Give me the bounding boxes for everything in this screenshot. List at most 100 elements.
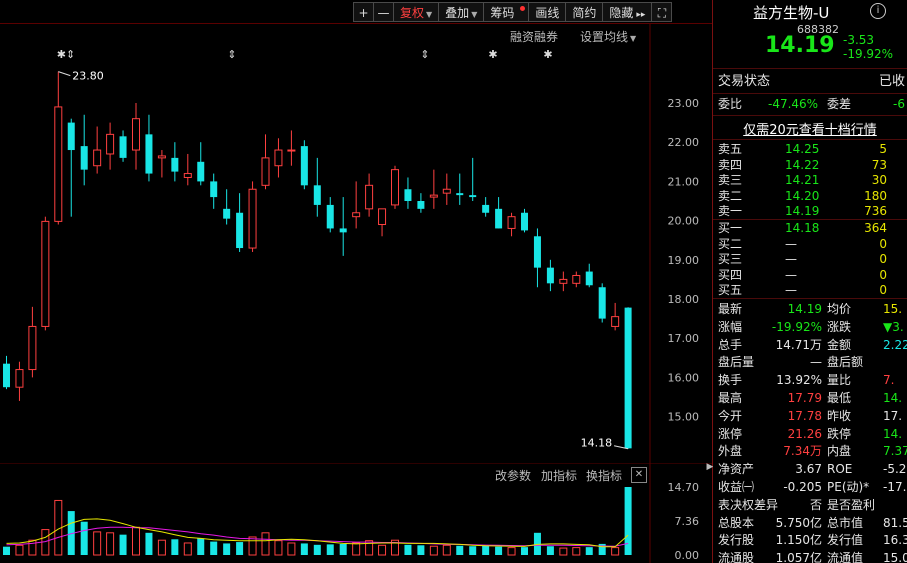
book-level-label: 卖一: [718, 204, 743, 218]
event-marker-icon: ✱: [543, 48, 552, 61]
volume-bar: [378, 544, 387, 556]
stats-row: 外盘 7.34万 内盘 7.37: [713, 442, 907, 460]
stat-value: 3.67: [795, 462, 822, 477]
volume-bar: [80, 521, 88, 555]
zoom-out-button[interactable]: —: [373, 2, 394, 22]
volume-bar: [106, 532, 115, 556]
candle-body: [546, 267, 554, 284]
modify-params-link[interactable]: 改参数: [495, 467, 531, 484]
level2-promo-link[interactable]: 仅需20元查看十档行情: [713, 119, 907, 138]
separator: [713, 298, 907, 299]
volume-bar: [223, 543, 231, 555]
last-price: 14.19: [765, 33, 835, 58]
fuquan-button[interactable]: 复权 ▼: [393, 2, 440, 22]
draw-line-button[interactable]: 画线: [528, 2, 567, 22]
switch-indicator-link[interactable]: 换指标: [586, 467, 622, 484]
candle-body: [67, 122, 75, 151]
stat-label: 内盘: [827, 444, 852, 459]
volume-bar: [572, 547, 581, 556]
stat-label: 换手: [718, 373, 743, 388]
volume-bar: [326, 544, 334, 555]
candle-body: [339, 228, 347, 233]
y-tick-label: 22.00: [668, 136, 700, 149]
stat-value: 1.057亿: [775, 551, 822, 563]
stat-value: ▼3.: [883, 319, 904, 334]
overlay-button[interactable]: 叠加 ▼: [438, 2, 485, 22]
stat-value: 1.150亿: [775, 533, 822, 548]
volume-bar: [248, 536, 257, 556]
candle-body: [93, 149, 102, 167]
zoom-in-button[interactable]: +: [353, 2, 374, 22]
volume-bar: [495, 546, 503, 555]
candle-body: [145, 134, 153, 174]
stat-label: 发行股: [718, 533, 755, 548]
ask-row: 卖一 14.19 736: [713, 202, 907, 220]
stats-row: 涨幅 -19.92% 涨跌 ▼3.: [713, 318, 907, 336]
stat-value: 14.71万: [775, 337, 822, 352]
close-indicator-button[interactable]: ✕: [631, 467, 647, 483]
candle-body: [391, 169, 399, 206]
stat-value: 16.32: [883, 533, 907, 548]
candle-body: [352, 212, 361, 218]
stat-label: 昨收: [827, 408, 852, 423]
weibi-row: 委比 -47.46% 委差 -6: [713, 95, 907, 113]
volume-tick-label: 7.36: [675, 515, 700, 528]
stat-label: 流通股: [718, 551, 755, 563]
weicha-value: -6: [893, 97, 905, 111]
candle-body: [313, 185, 321, 205]
stat-label: 净资产: [718, 462, 755, 477]
ma-settings-link[interactable]: 设置均线 ▼: [580, 28, 636, 45]
stats-row: 总股本 5.750亿总市值 81.59: [713, 514, 907, 532]
separator: [713, 93, 907, 94]
y-tick-label: 15.00: [668, 411, 700, 424]
candle-body: [171, 157, 179, 172]
volume-bar: [28, 539, 37, 556]
stat-label: 涨幅: [718, 319, 743, 334]
trade-status-label: 交易状态: [718, 74, 771, 89]
volume-bar: [559, 547, 568, 556]
stat-value: 14.: [883, 426, 903, 441]
stat-value: —: [810, 355, 822, 370]
simple-mode-button[interactable]: 简约: [565, 2, 604, 22]
y-tick-label: 23.00: [668, 97, 700, 110]
y-tick-label: 18.00: [668, 293, 700, 306]
info-icon[interactable]: i: [870, 3, 886, 19]
candle-body: [15, 369, 24, 388]
weibi-value: -47.46%: [768, 97, 819, 111]
volume-bar: [300, 543, 308, 555]
candle-body: [404, 189, 412, 201]
stat-label: 总手: [718, 337, 743, 352]
stat-label: 盘后量: [718, 355, 755, 370]
volume-bar: [365, 540, 374, 556]
candle-body: [378, 208, 387, 226]
fullscreen-button[interactable]: ⛶: [651, 2, 673, 22]
candle-body: [533, 236, 541, 268]
stats-row: 涨停 21.26 跌停 14.: [713, 425, 907, 443]
candle-body: [624, 307, 632, 449]
candle-body: [495, 208, 503, 229]
stat-value: 5.750亿: [775, 515, 822, 530]
stat-value: -0.205: [783, 480, 822, 494]
add-indicator-link[interactable]: 加指标: [541, 467, 577, 484]
stat-label: 收益㈠: [718, 480, 755, 494]
stat-label: 均价: [827, 302, 852, 316]
volume-bar: [469, 546, 477, 555]
candle-body: [429, 194, 438, 198]
trade-status-value: 已收: [879, 74, 906, 89]
volume-bar: [507, 547, 516, 556]
candle-body: [54, 106, 63, 222]
hide-button[interactable]: 隐藏 ▸▸: [602, 2, 653, 22]
stat-label: 是否盈利: [827, 497, 876, 512]
stat-value: 7.37: [883, 444, 907, 459]
volume-bar: [93, 531, 102, 556]
event-marker-icon: ✱⇕: [57, 48, 75, 61]
chips-button[interactable]: 筹码: [483, 2, 530, 22]
margin-trading-link[interactable]: 融资融券: [510, 28, 558, 45]
kline-chart[interactable]: 23.00 22.00 21.00 20.00 19.00 18.00 17.00 16.00…: [0, 24, 712, 487]
stat-value: -19.92%: [771, 319, 822, 334]
volume-bar: [417, 545, 425, 555]
stat-label: 跌停: [827, 426, 852, 441]
notification-dot-icon: [520, 6, 526, 11]
candle-body: [572, 274, 581, 284]
y-tick-label: 19.00: [668, 254, 700, 267]
